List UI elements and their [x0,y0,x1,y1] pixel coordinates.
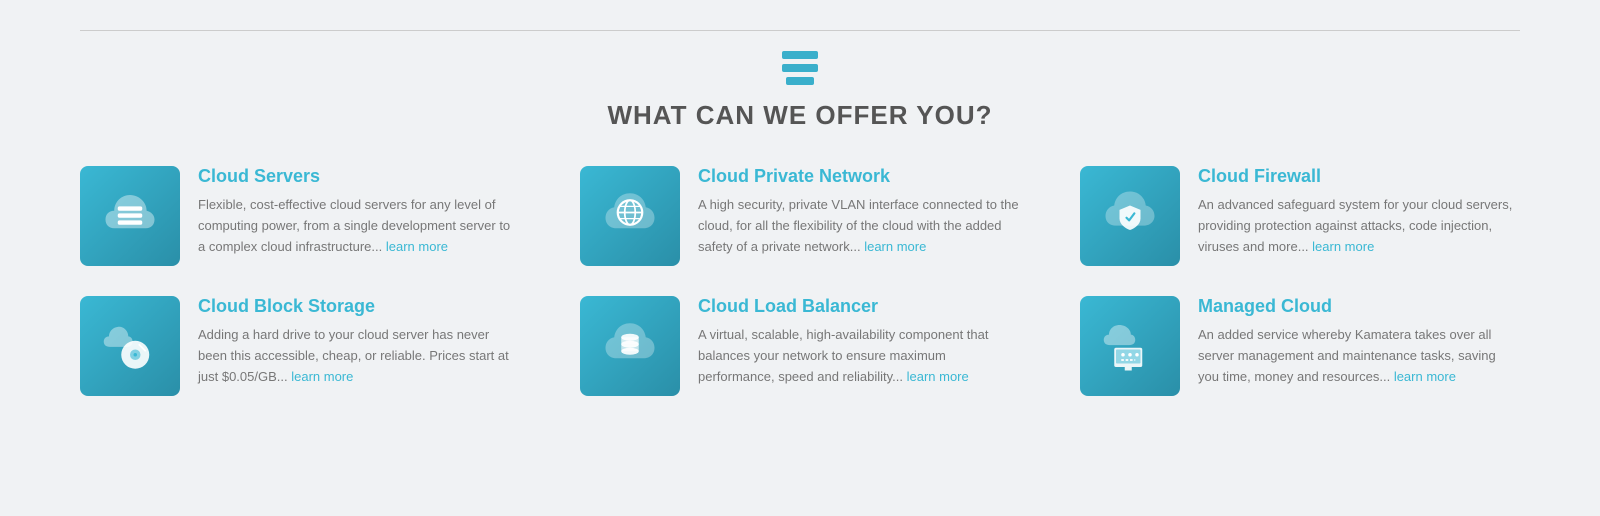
cloud-block-storage-icon-box [80,296,180,396]
cloud-block-storage-desc: Adding a hard drive to your cloud server… [198,325,520,387]
cloud-load-balancer-desc: A virtual, scalable, high-availability c… [698,325,1020,387]
header-icon-area [80,51,1520,85]
cloud-load-balancer-content: Cloud Load Balancer A virtual, scalable,… [698,296,1020,387]
managed-cloud-title: Managed Cloud [1198,296,1520,317]
cloud-private-network-title: Cloud Private Network [698,166,1020,187]
server-stack-icon [782,51,818,85]
card-cloud-block-storage: Cloud Block Storage Adding a hard drive … [80,296,520,396]
cloud-firewall-content: Cloud Firewall An advanced safeguard sys… [1198,166,1520,257]
cards-grid: Cloud Servers Flexible, cost-effective c… [80,166,1520,396]
cloud-load-balancer-learn-more[interactable]: learn more [907,369,969,384]
card-cloud-firewall: Cloud Firewall An advanced safeguard sys… [1080,166,1520,266]
cloud-block-storage-title: Cloud Block Storage [198,296,520,317]
cloud-load-balancer-title: Cloud Load Balancer [698,296,1020,317]
card-cloud-private-network: Cloud Private Network A high security, p… [580,166,1020,266]
page-wrapper: WHAT CAN WE OFFER YOU? Cloud Servers Fle… [0,0,1600,436]
card-managed-cloud: Managed Cloud An added service whereby K… [1080,296,1520,396]
managed-cloud-content: Managed Cloud An added service whereby K… [1198,296,1520,387]
card-cloud-servers: Cloud Servers Flexible, cost-effective c… [80,166,520,266]
cloud-servers-content: Cloud Servers Flexible, cost-effective c… [198,166,520,257]
cloud-private-network-icon-box [580,166,680,266]
cloud-servers-desc: Flexible, cost-effective cloud servers f… [198,195,520,257]
section-title: WHAT CAN WE OFFER YOU? [80,100,1520,131]
cloud-servers-icon-box [80,166,180,266]
cloud-servers-title: Cloud Servers [198,166,520,187]
cloud-firewall-title: Cloud Firewall [1198,166,1520,187]
cloud-private-network-learn-more[interactable]: learn more [864,239,926,254]
card-cloud-load-balancer: Cloud Load Balancer A virtual, scalable,… [580,296,1020,396]
cloud-firewall-icon-box [1080,166,1180,266]
cloud-block-storage-learn-more[interactable]: learn more [291,369,353,384]
managed-cloud-learn-more[interactable]: learn more [1394,369,1456,384]
cloud-private-network-desc: A high security, private VLAN interface … [698,195,1020,257]
cloud-firewall-learn-more[interactable]: learn more [1312,239,1374,254]
cloud-firewall-desc: An advanced safeguard system for your cl… [1198,195,1520,257]
managed-cloud-icon-box [1080,296,1180,396]
cloud-private-network-content: Cloud Private Network A high security, p… [698,166,1020,257]
top-divider [80,30,1520,31]
managed-cloud-desc: An added service whereby Kamatera takes … [1198,325,1520,387]
cloud-servers-learn-more[interactable]: learn more [386,239,448,254]
cloud-block-storage-content: Cloud Block Storage Adding a hard drive … [198,296,520,387]
cloud-load-balancer-icon-box [580,296,680,396]
